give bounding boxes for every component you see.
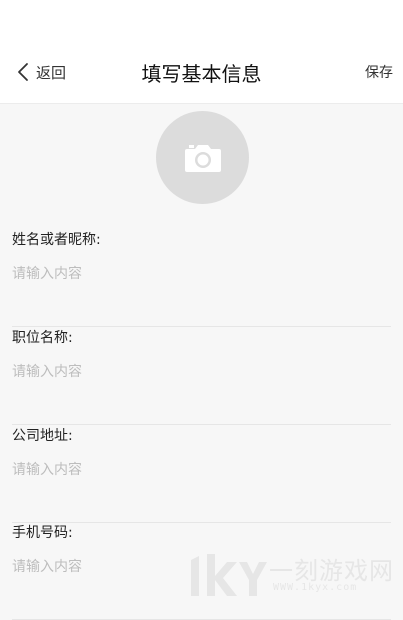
field-position: 职位名称: [12,327,391,425]
field-name: 姓名或者昵称: [12,229,391,327]
nav-bar: 返回 填写基本信息 保存 [0,40,403,104]
status-bar [0,0,403,40]
back-label: 返回 [36,63,67,82]
field-phone: 手机号码: [12,522,391,620]
field-label-position: 职位名称: [12,330,73,346]
camera-icon [184,144,221,172]
position-input[interactable] [12,359,391,385]
field-address: 公司地址: [12,425,391,523]
address-input[interactable] [12,457,391,483]
field-label-address: 公司地址: [12,428,73,444]
name-input[interactable] [12,261,391,287]
field-label-phone: 手机号码: [12,525,73,541]
chevron-left-icon [18,63,28,81]
form-content: 姓名或者昵称: 职位名称: 公司地址: 手机号码: [0,104,403,620]
phone-input[interactable] [12,554,391,580]
save-button[interactable]: 保存 [365,62,393,82]
field-label-name: 姓名或者昵称: [12,232,101,248]
avatar-upload[interactable] [156,111,249,204]
back-button[interactable]: 返回 [16,60,66,84]
